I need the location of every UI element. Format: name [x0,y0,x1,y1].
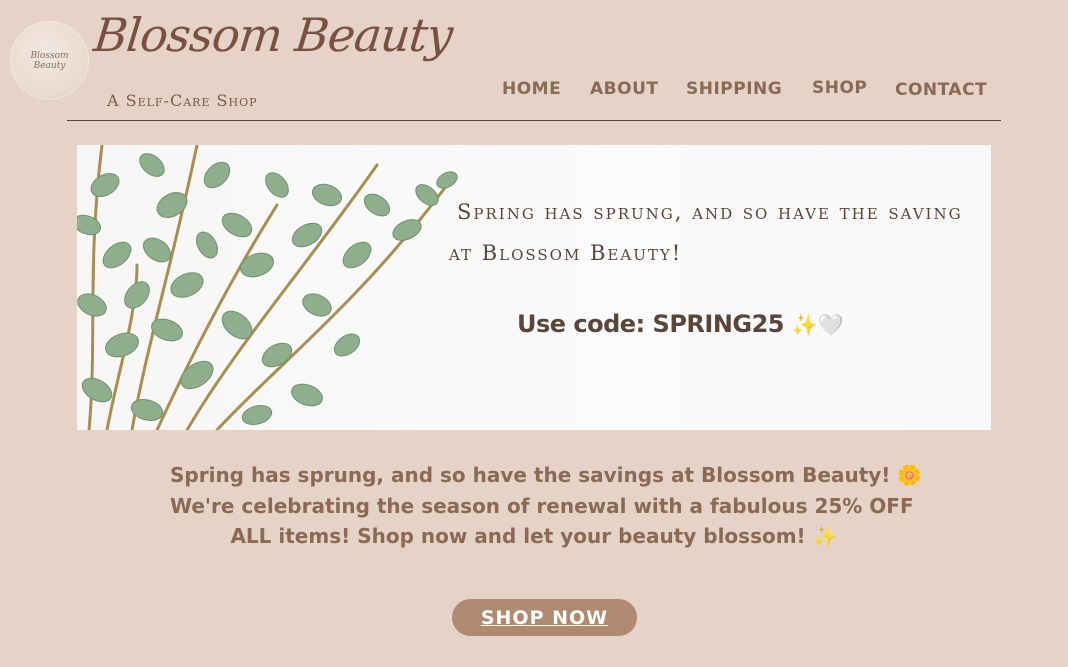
banner-headline-line2: at Blossom Beauty! [449,241,683,265]
sparkle-heart-icon: ✨🤍 [791,313,844,337]
banner-headline-line1: Spring has sprung, and so have the savin… [457,200,963,224]
promo-line-1: Spring has sprung, and so have the savin… [170,463,923,487]
promo-banner[interactable]: Spring has sprung, and so have the savin… [77,145,991,430]
promo-code: Use code: SPRING25 ✨🤍 [517,310,844,338]
promo-code-text: Use code: SPRING25 [517,310,785,338]
header-divider [67,120,1001,121]
promo-description: Spring has sprung, and so have the savin… [170,460,923,552]
main-nav: HOME ABOUT SHIPPING SHOP CONTACT [0,77,1068,107]
shop-now-button[interactable]: SHOP NOW [452,599,637,636]
nav-item-home[interactable]: HOME [502,79,561,99]
promo-line-2: We're celebrating the season of renewal … [170,493,914,518]
promo-line-3: ALL items! Shop now and let your beauty … [230,524,838,548]
nav-item-contact[interactable]: CONTACT [895,80,987,100]
page: Blossom Beauty Blossom Beauty A Self-Car… [0,0,1068,667]
nav-item-about[interactable]: ABOUT [590,79,658,99]
shop-now-label: SHOP NOW [480,606,609,629]
nav-item-shop[interactable]: SHOP [812,78,867,98]
nav-item-shipping[interactable]: SHIPPING [686,79,782,99]
brand-title[interactable]: Blossom Beauty [91,8,455,62]
logo-text-bottom: Beauty [33,60,66,71]
logo-text-top: Blossom [30,50,69,61]
eucalyptus-leaves-icon [77,145,458,430]
